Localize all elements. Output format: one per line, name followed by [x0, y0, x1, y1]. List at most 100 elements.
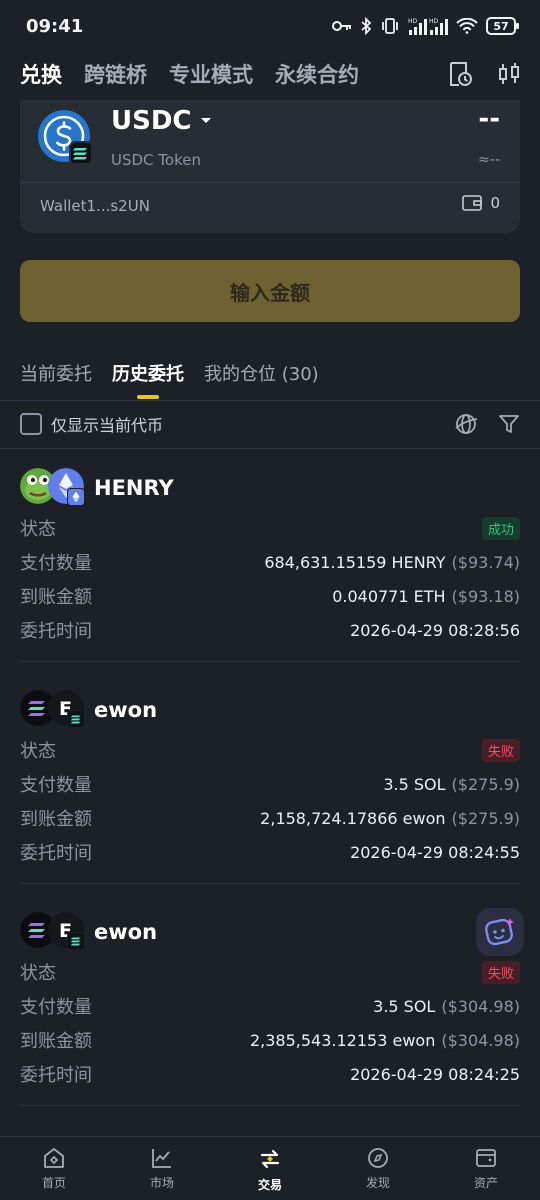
order-header: E ewon	[20, 687, 520, 733]
status-label: 状态	[20, 963, 56, 984]
paid-amount: 3.5 SOL	[383, 774, 446, 794]
wallet-balance: 0	[462, 194, 500, 212]
card-divider	[20, 182, 520, 183]
time-label: 委托时间	[20, 621, 92, 642]
tab-swap[interactable]: 兑换	[20, 59, 62, 89]
current-token-only-checkbox[interactable]	[20, 413, 42, 435]
swap-icon	[260, 1149, 280, 1169]
order-header: HENRY	[20, 465, 520, 511]
signal-hd-icon: HD HD	[408, 18, 448, 35]
token-fiat-value: ≈--	[478, 152, 500, 168]
paid-fiat: ($304.98)	[441, 996, 520, 1016]
network-globe-icon[interactable]	[454, 412, 478, 436]
status-icons: HD HD 57	[332, 17, 519, 35]
bluetooth-icon	[361, 17, 372, 35]
svg-text:HD: HD	[408, 18, 418, 25]
nav-home-label: 首页	[41, 1176, 66, 1190]
status-label: 状态	[20, 741, 56, 762]
enter-amount-button[interactable]: 输入金额	[20, 260, 520, 322]
tabs-divider	[0, 400, 540, 401]
tab-pro-mode[interactable]: 专业模式	[169, 59, 253, 89]
tab-my-positions[interactable]: 我的仓位 (30)	[204, 360, 319, 400]
paid-label: 支付数量	[20, 775, 92, 796]
tab-order-history[interactable]: 历史委托	[112, 360, 184, 400]
nav-discover[interactable]: 发现	[324, 1137, 432, 1200]
token-name: USDC Token	[111, 151, 201, 169]
order-received-row: 到账金额 0.040771 ETH ($93.18)	[20, 579, 520, 613]
nav-assets-label: 资产	[473, 1176, 498, 1190]
ai-assistant-button[interactable]	[476, 908, 524, 956]
order-time: 2026-04-29 08:28:56	[350, 620, 520, 640]
nav-assets[interactable]: 资产	[432, 1137, 540, 1200]
svg-text:HD: HD	[429, 18, 439, 25]
key-icon	[332, 21, 351, 31]
nav-market[interactable]: 市场	[108, 1137, 216, 1200]
status-badge: 失败	[481, 738, 520, 762]
paid-label: 支付数量	[20, 553, 92, 574]
token-pair-avatars	[20, 468, 90, 508]
chart-line-icon	[152, 1149, 171, 1168]
paid-amount: 3.5 SOL	[373, 996, 436, 1016]
paid-value: 684,631.15159 HENRY ($93.74)	[264, 553, 520, 572]
current-token-only-label[interactable]: 仅显示当前代币	[51, 412, 163, 436]
nav-trade[interactable]: 交易	[216, 1137, 324, 1200]
candlestick-icon[interactable]	[498, 62, 520, 86]
wifi-icon	[456, 18, 478, 34]
status-badge: 成功	[481, 516, 520, 540]
order-received-row: 到账金额 2,385,543.12153 ewon ($304.98)	[20, 1023, 520, 1057]
order-header: E ewon	[20, 909, 520, 955]
wallet-icon	[462, 195, 483, 211]
received-label: 到账金额	[20, 587, 92, 608]
token-card[interactable]: USDC USDC Token -- ≈-- Wallet1...s2UN 0	[20, 100, 520, 233]
order-received-row: 到账金额 2,158,724.17866 ewon ($275.9)	[20, 801, 520, 835]
battery-icon: 57	[486, 17, 519, 35]
wallet-icon	[476, 1149, 496, 1167]
order-card[interactable]: HENRY 状态 成功 支付数量 684,631.15159 HENRY ($93…	[20, 465, 520, 662]
tab-open-orders[interactable]: 当前委托	[20, 360, 92, 400]
order-title: HENRY	[94, 476, 174, 500]
tab-perpetual[interactable]: 永续合约	[275, 59, 359, 89]
history-icon[interactable]	[448, 61, 472, 87]
token-selector[interactable]: USDC	[111, 106, 212, 136]
order-time-row: 委托时间 2026-04-29 08:24:55	[20, 835, 520, 869]
wallet-balance-value: 0	[490, 194, 500, 212]
status-time: 09:41	[26, 15, 84, 37]
received-value: 0.040771 ETH ($93.18)	[332, 587, 520, 606]
order-time: 2026-04-29 08:24:25	[350, 1064, 520, 1084]
received-fiat: ($304.98)	[441, 1030, 520, 1050]
order-divider	[20, 661, 520, 662]
order-status-row: 状态 失败	[20, 955, 520, 989]
top-nav: 兑换 跨链桥 专业模式 永续合约	[0, 52, 540, 96]
received-fiat: ($275.9)	[451, 808, 520, 828]
order-card[interactable]: E ewon 状态 失败 支付数量 3.5 SOL ($275.9) 到账金额 2…	[20, 687, 520, 884]
paid-value: 3.5 SOL ($275.9)	[383, 775, 520, 794]
paid-fiat: ($275.9)	[451, 774, 520, 794]
order-title: ewon	[94, 698, 158, 722]
order-paid-row: 支付数量 3.5 SOL ($304.98)	[20, 989, 520, 1023]
usdc-logo-icon	[38, 110, 93, 165]
filter-divider	[0, 448, 540, 449]
received-amount: 2,158,724.17866 ewon	[260, 808, 446, 828]
chain-badge-icon	[67, 488, 85, 506]
order-tabs: 当前委托 历史委托 我的仓位 (30)	[20, 360, 319, 400]
nav-trade-label: 交易	[257, 1178, 282, 1192]
filter-icon[interactable]	[498, 413, 520, 435]
received-fiat: ($93.18)	[451, 586, 520, 606]
status-badge: 失败	[481, 960, 520, 984]
nav-home[interactable]: 首页	[0, 1137, 108, 1200]
order-title: ewon	[94, 920, 158, 944]
order-time-row: 委托时间 2026-04-29 08:28:56	[20, 613, 520, 647]
battery-level: 57	[493, 19, 509, 33]
order-card[interactable]: E ewon 状态 失败 支付数量 3.5 SOL ($304.98) 到账金额 …	[20, 909, 520, 1106]
filter-row: 仅显示当前代币	[20, 408, 520, 440]
caret-down-icon	[200, 118, 211, 123]
order-paid-row: 支付数量 684,631.15159 HENRY ($93.74)	[20, 545, 520, 579]
filter-icons	[454, 412, 520, 436]
received-value: 2,385,543.12153 ewon ($304.98)	[250, 1031, 520, 1050]
token-pair-avatars: E	[20, 690, 90, 730]
wallet-name[interactable]: Wallet1...s2UN	[40, 197, 150, 215]
tab-bridge[interactable]: 跨链桥	[84, 59, 147, 89]
time-label: 委托时间	[20, 1065, 92, 1086]
order-divider	[20, 1105, 520, 1106]
paid-label: 支付数量	[20, 997, 92, 1018]
